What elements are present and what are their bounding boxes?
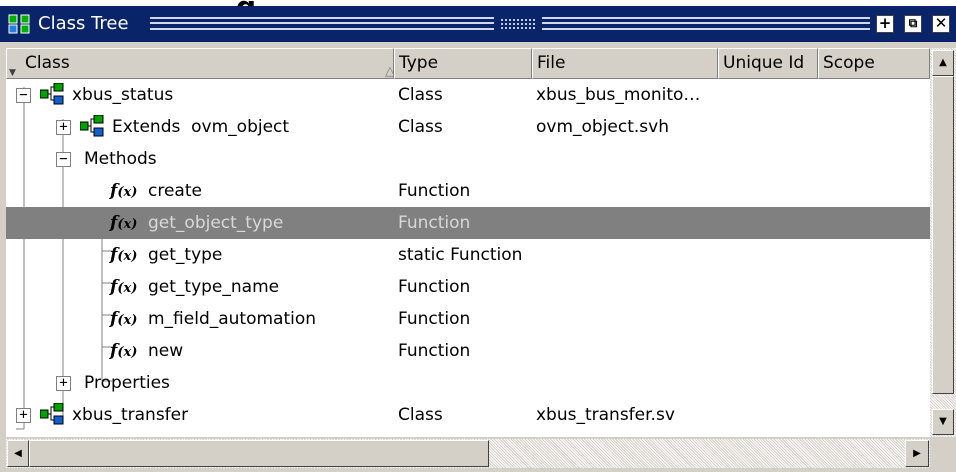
- row-file: ovm_object.svh: [536, 117, 670, 137]
- column-label: Scope: [823, 53, 875, 73]
- column-label: Class: [25, 53, 70, 73]
- tree-row[interactable]: f(x) create Function: [6, 175, 930, 207]
- row-type: Function: [398, 213, 471, 233]
- vertical-scrollbar[interactable]: ▲ ▼: [930, 48, 956, 437]
- tree-row[interactable]: f(x) m_field_automation Function: [6, 303, 930, 335]
- scroll-right-button[interactable]: ▶: [905, 440, 929, 467]
- arrow-down-icon: ▼: [939, 416, 947, 427]
- class-icon: [40, 403, 64, 425]
- tree-row[interactable]: f(x) get_type static Function: [6, 239, 930, 271]
- tree-row[interactable]: f(x) get_type_name Function: [6, 271, 930, 303]
- scroll-thumb[interactable]: [29, 440, 489, 467]
- close-icon: ✕: [934, 14, 948, 32]
- title-bar[interactable]: Class Tree + ⧉ ✕: [0, 6, 956, 42]
- tree-row[interactable]: + Extends ovm_object Class ovm_object.sv…: [6, 111, 930, 143]
- arrow-left-icon: ◀: [14, 448, 22, 459]
- class-tree-panel: ▼ Class △ Type File Unique Id Scope − xb…: [0, 42, 956, 472]
- function-icon: f(x): [110, 181, 138, 201]
- function-icon: f(x): [110, 245, 138, 265]
- row-label: xbus_status: [72, 85, 174, 105]
- scroll-thumb[interactable]: [932, 76, 954, 394]
- row-type: Class: [398, 405, 443, 425]
- collapse-toggle[interactable]: −: [56, 152, 71, 167]
- row-label: create: [148, 181, 202, 201]
- column-menu-icon[interactable]: ▼: [9, 59, 16, 78]
- column-header: ▼ Class △ Type File Unique Id Scope: [6, 48, 930, 79]
- function-icon: f(x): [110, 341, 138, 361]
- class-tree-icon: [8, 14, 30, 34]
- maximize-button[interactable]: +: [876, 15, 894, 33]
- arrow-right-icon: ▶: [913, 448, 921, 459]
- row-type: Class: [398, 117, 443, 137]
- row-type: static Function: [398, 245, 523, 265]
- tree-row[interactable]: + Properties: [6, 367, 930, 399]
- row-file: xbus_bus_monito…: [536, 85, 701, 105]
- plus-icon: +: [878, 14, 892, 32]
- row-file: xbus_transfer.sv: [536, 405, 675, 425]
- row-type: Function: [398, 181, 471, 201]
- arrow-up-icon: ▲: [939, 57, 947, 68]
- scroll-down-button[interactable]: ▼: [932, 409, 954, 435]
- undock-icon: ⧉: [908, 16, 918, 30]
- row-label: get_type: [148, 245, 223, 265]
- column-label: Type: [399, 53, 439, 73]
- row-label: m_field_automation: [148, 309, 317, 329]
- row-label: Properties: [84, 373, 170, 393]
- class-icon: [40, 83, 64, 105]
- title-grip-left: [150, 17, 494, 30]
- undock-button[interactable]: ⧉: [904, 15, 922, 33]
- column-header-unique-id[interactable]: Unique Id: [718, 48, 818, 79]
- row-label: xbus_transfer: [72, 405, 189, 425]
- column-header-scope[interactable]: Scope: [818, 48, 930, 79]
- row-type: Function: [398, 277, 471, 297]
- tree-row-selected[interactable]: f(x) get_object_type Function: [6, 207, 930, 239]
- row-type: Function: [398, 309, 471, 329]
- tree-rows: − xbus_status Class xbus_bus_monito… + E…: [6, 79, 930, 437]
- expand-toggle[interactable]: +: [56, 120, 71, 135]
- column-header-class[interactable]: ▼ Class △: [6, 48, 394, 79]
- sort-ascending-icon: △: [385, 64, 394, 79]
- drag-handle[interactable]: [500, 18, 536, 29]
- tree-row[interactable]: − xbus_status Class xbus_bus_monito…: [6, 79, 930, 111]
- function-icon: f(x): [110, 309, 138, 329]
- collapse-toggle[interactable]: −: [16, 88, 31, 103]
- window-title: Class Tree: [38, 13, 129, 34]
- column-header-type[interactable]: Type: [394, 48, 532, 79]
- column-header-file[interactable]: File: [532, 48, 718, 79]
- row-label: Extends ovm_object: [112, 117, 290, 137]
- row-label: get_object_type: [148, 213, 284, 233]
- horizontal-scrollbar[interactable]: ◀ ▶: [6, 439, 930, 468]
- tree-row[interactable]: − Methods: [6, 143, 930, 175]
- close-button[interactable]: ✕: [932, 15, 950, 33]
- column-label: Unique Id: [723, 53, 805, 73]
- expand-toggle[interactable]: +: [16, 408, 31, 423]
- row-label: Methods: [84, 149, 157, 169]
- expand-toggle[interactable]: +: [56, 376, 71, 391]
- function-icon: f(x): [110, 213, 138, 233]
- function-icon: f(x): [110, 277, 138, 297]
- column-label: File: [537, 53, 566, 73]
- row-label: new: [148, 341, 184, 361]
- scroll-up-button[interactable]: ▲: [932, 50, 954, 76]
- tree-row[interactable]: f(x) new Function: [6, 335, 930, 367]
- scroll-corner: [930, 439, 956, 468]
- tree-row[interactable]: + xbus_transfer Class xbus_transfer.sv: [6, 399, 930, 431]
- row-label: get_type_name: [148, 277, 280, 297]
- scroll-left-button[interactable]: ◀: [7, 440, 29, 467]
- row-type: Function: [398, 341, 471, 361]
- row-type: Class: [398, 85, 443, 105]
- title-grip-right: [542, 17, 870, 30]
- class-icon: [80, 115, 104, 137]
